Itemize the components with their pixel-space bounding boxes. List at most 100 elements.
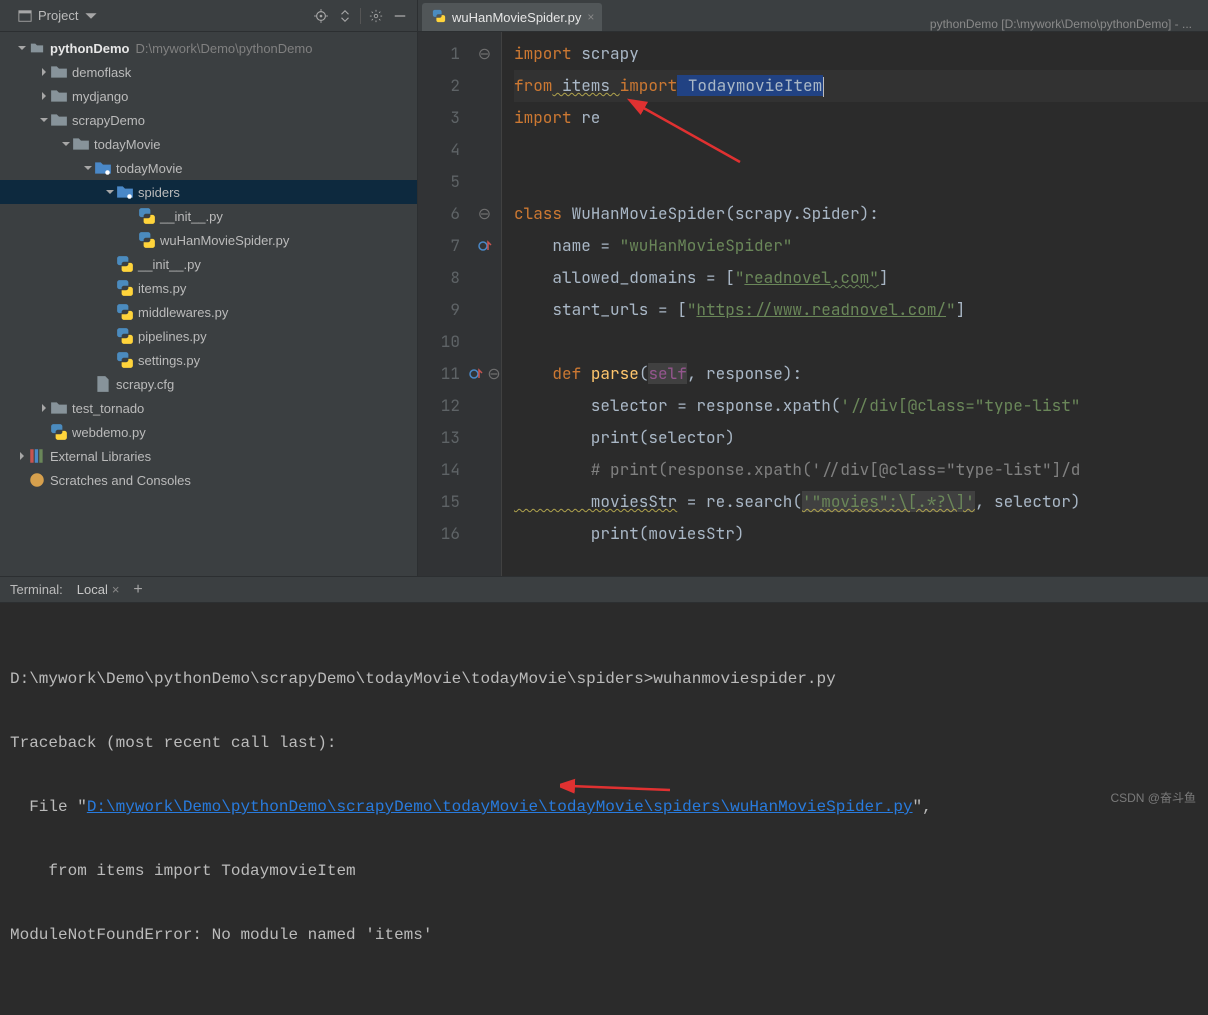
- watermark: CSDN @奋斗鱼: [1110, 789, 1196, 806]
- tree-item[interactable]: middlewares.py: [0, 300, 417, 324]
- tree-label: mydjango: [72, 89, 128, 104]
- tree-label: Scratches and Consoles: [50, 473, 191, 488]
- tree-label: webdemo.py: [72, 425, 146, 440]
- project-dropdown[interactable]: Project: [8, 5, 108, 27]
- code-editor[interactable]: 12345678 910111213141516 ⊖ ⊖ ⊖ import sc…: [418, 32, 1208, 576]
- window-title: pythonDemo [D:\mywork\Demo\pythonDemo] -…: [602, 17, 1208, 31]
- package-icon: [116, 183, 134, 201]
- terminal-tab[interactable]: Local ×: [77, 582, 120, 597]
- python-file-icon: [116, 255, 134, 273]
- chevron-down-icon: [16, 44, 28, 52]
- tree-item[interactable]: todayMovie: [0, 156, 417, 180]
- term-line: D:\mywork\Demo\pythonDemo\scrapyDemo\tod…: [10, 663, 1198, 695]
- term-line: from items import TodaymovieItem: [10, 855, 1198, 887]
- editor-panel: wuHanMovieSpider.py × pythonDemo [D:\myw…: [418, 0, 1208, 576]
- term-line: ModuleNotFoundError: No module named 'it…: [10, 919, 1198, 951]
- tree-label: scrapyDemo: [72, 113, 145, 128]
- sidebar-header: Project: [0, 0, 417, 32]
- terminal-header: Terminal: Local × +: [0, 577, 1208, 603]
- python-file-icon: [116, 279, 134, 297]
- tree-item[interactable]: todayMovie: [0, 132, 417, 156]
- tree-label: __init__.py: [160, 209, 223, 224]
- code-body[interactable]: import scrapy from items import Todaymov…: [502, 32, 1208, 576]
- tree-label: todayMovie: [94, 137, 160, 152]
- python-file-icon: [116, 303, 134, 321]
- chevron-down-icon: [38, 116, 50, 124]
- line-numbers: 12345678 910111213141516: [418, 32, 468, 576]
- project-icon: [16, 7, 34, 25]
- scratches-icon: [28, 471, 46, 489]
- tree-root[interactable]: pythonDemo D:\mywork\Demo\pythonDemo: [0, 36, 417, 60]
- tree-label: middlewares.py: [138, 305, 228, 320]
- chevron-right-icon: [38, 92, 50, 100]
- file-icon: [94, 375, 112, 393]
- tree-label: pipelines.py: [138, 329, 207, 344]
- python-file-icon: [50, 423, 68, 441]
- python-file-icon: [138, 231, 156, 249]
- tree-label: scrapy.cfg: [116, 377, 174, 392]
- project-label: Project: [38, 8, 78, 23]
- tree-item[interactable]: mydjango: [0, 84, 417, 108]
- tree-item[interactable]: scrapy.cfg: [0, 372, 417, 396]
- tree-label: External Libraries: [50, 449, 151, 464]
- folder-icon: [50, 87, 68, 105]
- tree-item[interactable]: wuHanMovieSpider.py: [0, 228, 417, 252]
- tree-item[interactable]: demoflask: [0, 60, 417, 84]
- folder-icon: [72, 135, 90, 153]
- tree-item[interactable]: test_tornado: [0, 396, 417, 420]
- folder-icon: [50, 399, 68, 417]
- close-icon[interactable]: ×: [587, 10, 594, 24]
- tree-item[interactable]: settings.py: [0, 348, 417, 372]
- chevron-down-icon: [60, 140, 72, 148]
- project-sidebar: Project pythonDemo D:\mywork\Demo\python…: [0, 0, 418, 576]
- tree-external-libs[interactable]: External Libraries: [0, 444, 417, 468]
- expand-all-icon[interactable]: [336, 7, 354, 25]
- tree-item[interactable]: __init__.py: [0, 252, 417, 276]
- tree-item[interactable]: webdemo.py: [0, 420, 417, 444]
- tree-item[interactable]: __init__.py: [0, 204, 417, 228]
- tree-item[interactable]: spiders: [0, 180, 417, 204]
- close-icon[interactable]: ×: [112, 582, 120, 597]
- tree-label: demoflask: [72, 65, 131, 80]
- file-link[interactable]: D:\mywork\Demo\pythonDemo\scrapyDemo\tod…: [87, 798, 913, 816]
- tree-item[interactable]: scrapyDemo: [0, 108, 417, 132]
- editor-tabs: wuHanMovieSpider.py × pythonDemo [D:\myw…: [418, 0, 1208, 32]
- project-tree[interactable]: pythonDemo D:\mywork\Demo\pythonDemo dem…: [0, 32, 417, 576]
- hide-icon[interactable]: [391, 7, 409, 25]
- chevron-down-icon: [104, 188, 116, 196]
- chevron-down-icon: [82, 7, 100, 25]
- term-line: File "D:\mywork\Demo\pythonDemo\scrapyDe…: [10, 791, 1198, 823]
- library-icon: [28, 447, 46, 465]
- gear-icon[interactable]: [367, 7, 385, 25]
- new-tab-icon[interactable]: +: [133, 581, 142, 599]
- tree-item[interactable]: pipelines.py: [0, 324, 417, 348]
- tree-label: pythonDemo: [50, 41, 129, 56]
- terminal-title: Terminal:: [10, 582, 63, 597]
- locate-icon[interactable]: [312, 7, 330, 25]
- folder-icon: [50, 63, 68, 81]
- tree-label: test_tornado: [72, 401, 144, 416]
- tree-label: items.py: [138, 281, 186, 296]
- terminal-panel: Terminal: Local × + D:\mywork\Demo\pytho…: [0, 576, 1208, 816]
- tree-label: __init__.py: [138, 257, 201, 272]
- chevron-down-icon: [82, 164, 94, 172]
- editor-tab[interactable]: wuHanMovieSpider.py ×: [422, 3, 602, 31]
- terminal-output[interactable]: D:\mywork\Demo\pythonDemo\scrapyDemo\tod…: [0, 603, 1208, 1015]
- python-file-icon: [116, 351, 134, 369]
- chevron-right-icon: [38, 404, 50, 412]
- tree-path: D:\mywork\Demo\pythonDemo: [135, 41, 312, 56]
- tree-item[interactable]: items.py: [0, 276, 417, 300]
- tree-label: spiders: [138, 185, 180, 200]
- folder-icon: [50, 111, 68, 129]
- tree-label: wuHanMovieSpider.py: [160, 233, 289, 248]
- chevron-right-icon: [38, 68, 50, 76]
- tree-label: settings.py: [138, 353, 200, 368]
- chevron-right-icon: [16, 452, 28, 460]
- tree-scratches[interactable]: Scratches and Consoles: [0, 468, 417, 492]
- gutter-marks: ⊖ ⊖ ⊖: [468, 32, 502, 576]
- package-icon: [94, 159, 112, 177]
- python-file-icon: [138, 207, 156, 225]
- folder-icon: [28, 41, 46, 55]
- tree-label: todayMovie: [116, 161, 182, 176]
- term-line: Traceback (most recent call last):: [10, 727, 1198, 759]
